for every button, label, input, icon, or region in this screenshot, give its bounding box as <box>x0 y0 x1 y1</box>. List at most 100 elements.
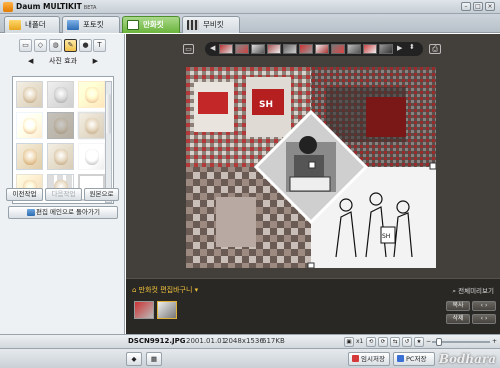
copy-arrows-icon[interactable]: ‹ › <box>472 301 496 311</box>
delete-button[interactable]: 삭제 <box>446 314 470 324</box>
zoom-slider[interactable] <box>432 338 490 346</box>
photo-filmstrip: ◀ ▶ ⬍ <box>205 42 423 56</box>
chevron-down-icon[interactable]: ⬍ <box>409 43 415 51</box>
effect-thumbnail[interactable] <box>78 81 105 108</box>
effect-thumbnail[interactable] <box>16 143 43 170</box>
watermark: Bodhara <box>438 352 496 366</box>
zoom-slider-knob[interactable] <box>436 338 442 346</box>
thumbnail-scrollbar[interactable] <box>105 81 112 203</box>
original-button[interactable]: 원본으로 <box>84 188 119 201</box>
film-thumbnail[interactable] <box>363 44 377 54</box>
check-icon <box>352 355 359 362</box>
basket-label-text: 만화컷 편집바구니 <box>138 286 193 294</box>
next-effect-icon[interactable]: ▶ <box>93 56 98 66</box>
basket-thumbnail[interactable] <box>134 301 154 319</box>
beta-badge: BETA <box>83 5 97 11</box>
tab-comickit[interactable]: 만화킷 <box>122 16 180 33</box>
tab-moviekit[interactable]: 무비킷 <box>182 16 240 33</box>
app-title: Daum MULTIKIT BETA <box>16 2 96 11</box>
tab-bar: 내폴더 포토킷 만화킷 무비킷 <box>0 14 500 33</box>
print-icon[interactable]: ⎙ <box>429 44 441 54</box>
folder-icon <box>9 20 21 30</box>
zoom-out-icon[interactable]: − <box>426 335 431 348</box>
effect-thumbnails <box>12 76 114 204</box>
back-icon <box>27 209 35 216</box>
comic-icon <box>127 20 139 30</box>
effect-thumbnail[interactable] <box>47 143 74 170</box>
svg-text:SH: SH <box>382 233 390 240</box>
effect-thumbnail[interactable] <box>78 112 105 139</box>
film-thumbnail[interactable] <box>299 44 313 54</box>
filmstrip-prev-icon[interactable]: ◀ <box>210 44 215 52</box>
tool-tabs: ▭ ◇ ◍ ✎ ● T <box>19 39 106 53</box>
copy-button[interactable]: 복사 <box>446 301 470 311</box>
image-icon[interactable]: ▦ <box>146 352 162 366</box>
tab-my-folder[interactable]: 내폴더 <box>4 16 60 33</box>
rotate-left-icon[interactable]: ⟲ <box>366 337 376 347</box>
effect-label: 사진 효과 <box>49 57 77 65</box>
bottom-bar: ◆ ▦ 임시저장 PC저장 Bodhara <box>0 348 500 368</box>
basket-label[interactable]: ⌂ 만화컷 편집바구니 ▾ <box>132 285 198 295</box>
delete-arrows-icon[interactable]: ‹ › <box>472 314 496 324</box>
shape-icon[interactable]: ◇ <box>34 39 47 52</box>
photo-icon <box>67 20 79 30</box>
effect-thumbnail[interactable] <box>47 81 74 108</box>
film-thumbnail[interactable] <box>235 44 249 54</box>
filmstrip-next-icon[interactable]: ▶ <box>397 44 402 52</box>
file-name: DSCN9912.JPG <box>128 337 186 345</box>
film-thumbnail[interactable] <box>251 44 265 54</box>
zoom-in-icon[interactable]: + <box>492 335 497 348</box>
film-thumbnail[interactable] <box>315 44 329 54</box>
save-icon <box>397 355 404 362</box>
undo-button[interactable]: 이전작업 <box>6 188 43 201</box>
cat-image <box>23 149 37 165</box>
open-folder-icon[interactable]: ▭ <box>183 44 194 54</box>
cat-image <box>85 118 99 134</box>
film-thumbnail[interactable] <box>347 44 361 54</box>
pc-save-button[interactable]: PC저장 <box>393 352 435 366</box>
zoom-label[interactable]: x1 <box>356 335 363 348</box>
tab-label: 만화킷 <box>143 20 164 29</box>
editor-area: ▭ ◀ ▶ ⬍ ⎙ SH SH <box>126 34 500 278</box>
temp-save-button[interactable]: 임시저장 <box>348 352 390 366</box>
view-all-preview[interactable]: ⌕ 전체미리보기 <box>452 285 494 296</box>
effect-thumbnail[interactable] <box>78 143 105 170</box>
star-icon[interactable]: ★ <box>414 337 424 347</box>
minimize-icon[interactable]: – <box>461 2 471 11</box>
film-thumbnail[interactable] <box>267 44 281 54</box>
effect-thumbnail[interactable] <box>16 81 43 108</box>
cat-image <box>23 118 37 134</box>
maximize-icon[interactable]: □ <box>473 2 483 11</box>
film-thumbnail[interactable] <box>219 44 233 54</box>
redo-button[interactable]: 다음작업 <box>45 188 82 201</box>
bubble-icon[interactable]: ◍ <box>49 39 62 52</box>
tab-photokit[interactable]: 포토킷 <box>62 16 120 33</box>
tab-label: 포토킷 <box>83 20 104 29</box>
close-icon[interactable]: × <box>485 2 495 11</box>
effect-thumbnail[interactable] <box>16 112 43 139</box>
file-resolution: 2048x1536 <box>224 337 264 345</box>
prev-effect-icon[interactable]: ◀ <box>28 56 33 66</box>
tab-label: 내폴더 <box>25 20 46 29</box>
effect-thumbnail[interactable] <box>47 112 74 139</box>
scrollbar-thumb[interactable] <box>106 94 111 134</box>
layers-icon[interactable]: ◆ <box>126 352 142 366</box>
back-to-main-button[interactable]: 편집 메인으로 돌아가기 <box>8 206 118 219</box>
title-bar: Daum MULTIKIT BETA – □ × <box>0 0 500 14</box>
effect-nav: ◀ 사진 효과 ▶ <box>18 56 108 66</box>
basket-thumbnail[interactable] <box>157 301 177 319</box>
cat-image <box>23 87 37 103</box>
film-thumbnail[interactable] <box>379 44 393 54</box>
chevron-down-icon: ▾ <box>192 286 199 294</box>
film-thumbnail[interactable] <box>331 44 345 54</box>
fit-icon[interactable]: ▣ <box>344 337 354 347</box>
rotate-right-icon[interactable]: ⟳ <box>378 337 388 347</box>
text-icon[interactable]: T <box>93 39 106 52</box>
brush-icon[interactable]: ✎ <box>64 39 77 52</box>
flip-icon[interactable]: ⇆ <box>390 337 400 347</box>
film-thumbnail[interactable] <box>283 44 297 54</box>
frame-icon[interactable]: ▭ <box>19 39 32 52</box>
comic-canvas[interactable]: SH SH <box>186 67 436 268</box>
reset-icon[interactable]: ↺ <box>402 337 412 347</box>
circle-icon[interactable]: ● <box>79 39 92 52</box>
